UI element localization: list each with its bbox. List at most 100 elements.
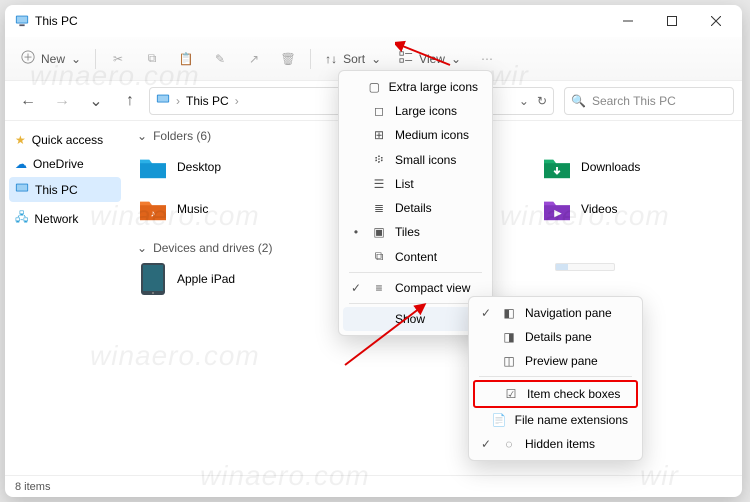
search-placeholder: Search This PC: [592, 94, 676, 108]
large-icons-icon: ◻: [371, 104, 387, 118]
breadcrumb-chevron: ›: [235, 94, 239, 108]
share-button[interactable]: ↗: [238, 43, 270, 75]
preview-pane-icon: ◫: [501, 354, 517, 368]
menu-item-small-icons[interactable]: ፨Small icons: [343, 147, 488, 172]
cloud-icon: ☁: [15, 157, 27, 171]
close-button[interactable]: [694, 5, 738, 37]
up-button[interactable]: ↑: [115, 86, 145, 116]
menu-item-navigation-pane[interactable]: ✓◧Navigation pane: [473, 301, 638, 325]
menu-item-medium-icons[interactable]: ⊞Medium icons: [343, 123, 488, 147]
search-field[interactable]: 🔍 Search This PC: [564, 87, 734, 115]
device-ipad[interactable]: Apple iPad: [137, 263, 235, 295]
trash-icon: 🗑: [280, 52, 295, 66]
folder-desktop[interactable]: Desktop: [137, 151, 221, 183]
medium-icons-icon: ⊞: [371, 128, 387, 142]
forward-button[interactable]: →: [47, 86, 77, 116]
cut-icon: ✂: [113, 52, 123, 66]
menu-item-details[interactable]: ≣Details: [343, 196, 488, 220]
chevron-down-icon: ⌄: [137, 241, 147, 255]
sidebar-item-quick-access[interactable]: ★ Quick access: [9, 129, 121, 151]
chevron-down-icon: ⌄: [137, 129, 147, 143]
compact-icon: ≡: [371, 281, 387, 295]
show-submenu: ✓◧Navigation pane ◨Details pane ◫Preview…: [468, 296, 643, 461]
storage-bar: [555, 263, 615, 271]
maximize-button[interactable]: [650, 5, 694, 37]
this-pc-icon: [15, 13, 29, 30]
checkbox-icon: ☑: [503, 387, 519, 401]
sort-icon: ↑↓: [325, 52, 337, 66]
hidden-icon: ◌: [501, 437, 517, 451]
status-bar: 8 items: [5, 475, 742, 497]
navigation-pane-icon: ◧: [501, 306, 517, 320]
minimize-button[interactable]: [606, 5, 650, 37]
breadcrumb[interactable]: This PC: [186, 94, 229, 108]
dropdown-icon[interactable]: ⌄: [519, 94, 529, 108]
menu-item-compact-view[interactable]: ✓≡Compact view: [343, 276, 488, 300]
list-icon: ☰: [371, 177, 387, 191]
folder-music[interactable]: ♪ Music: [137, 193, 221, 225]
tiles-icon: ▣: [371, 225, 387, 239]
rename-icon: ✎: [215, 52, 225, 66]
copy-button[interactable]: ⧉: [136, 43, 168, 75]
menu-item-details-pane[interactable]: ◨Details pane: [473, 325, 638, 349]
more-icon: ⋯: [481, 52, 493, 66]
refresh-button[interactable]: ↻: [537, 94, 547, 108]
content-icon: ⧉: [371, 249, 387, 264]
file-ext-icon: 📄: [492, 413, 507, 427]
navigation-pane: ★ Quick access ☁ OneDrive This PC 🖧 Netw…: [5, 121, 125, 475]
sidebar-item-network[interactable]: 🖧 Network: [9, 204, 121, 233]
check-icon: ✓: [479, 437, 493, 451]
status-text: 8 items: [15, 481, 50, 493]
extra-large-icons-icon: ▢: [368, 80, 381, 94]
star-icon: ★: [15, 133, 26, 147]
cut-button[interactable]: ✂: [102, 43, 134, 75]
titlebar: This PC: [5, 5, 742, 37]
folder-downloads[interactable]: Downloads: [541, 151, 640, 183]
network-icon: 🖧: [15, 208, 28, 229]
menu-item-preview-pane[interactable]: ◫Preview pane: [473, 349, 638, 373]
menu-item-show[interactable]: Show›: [343, 307, 488, 331]
delete-button[interactable]: 🗑: [272, 43, 304, 75]
check-icon: ✓: [349, 281, 363, 295]
menu-item-list[interactable]: ☰List: [343, 172, 488, 196]
small-icons-icon: ፨: [371, 152, 387, 167]
chevron-down-icon: ⌄: [71, 52, 81, 66]
menu-item-extra-large-icons[interactable]: ▢Extra large icons: [343, 75, 488, 99]
new-button[interactable]: New ⌄: [13, 43, 89, 75]
check-icon: ✓: [479, 306, 493, 320]
copy-icon: ⧉: [148, 51, 157, 66]
rename-button[interactable]: ✎: [204, 43, 236, 75]
breadcrumb-chevron: ›: [176, 94, 180, 108]
this-pc-icon: [156, 92, 170, 109]
svg-text:♪: ♪: [151, 208, 156, 218]
view-icon: [399, 50, 413, 67]
ipad-icon: [137, 263, 169, 295]
menu-item-large-icons[interactable]: ◻Large icons: [343, 99, 488, 123]
chevron-down-icon: ⌄: [451, 52, 461, 66]
paste-icon: 📋: [179, 52, 194, 66]
menu-item-hidden-items[interactable]: ✓◌Hidden items: [473, 432, 638, 456]
device-drive[interactable]: [555, 263, 615, 271]
details-pane-icon: ◨: [501, 330, 517, 344]
back-button[interactable]: ←: [13, 86, 43, 116]
sidebar-item-onedrive[interactable]: ☁ OneDrive: [9, 153, 121, 175]
menu-item-item-check-boxes[interactable]: ☑Item check boxes: [473, 380, 638, 408]
music-folder-icon: ♪: [137, 193, 169, 225]
share-icon: ↗: [249, 52, 259, 66]
recent-locations-button[interactable]: ⌄: [81, 86, 111, 116]
downloads-folder-icon: [541, 151, 573, 183]
window-title: This PC: [35, 14, 78, 28]
window-controls: [606, 5, 738, 37]
this-pc-icon: [15, 181, 29, 198]
menu-item-file-name-extensions[interactable]: 📄File name extensions: [473, 408, 638, 432]
search-icon: 🔍: [571, 94, 586, 108]
folder-videos[interactable]: Videos: [541, 193, 640, 225]
paste-button[interactable]: 📋: [170, 43, 202, 75]
bullet-icon: •: [349, 225, 363, 239]
details-icon: ≣: [371, 201, 387, 215]
folder-icon: [137, 151, 169, 183]
menu-item-content[interactable]: ⧉Content: [343, 244, 488, 269]
sidebar-item-this-pc[interactable]: This PC: [9, 177, 121, 202]
menu-item-tiles[interactable]: •▣Tiles: [343, 220, 488, 244]
videos-folder-icon: [541, 193, 573, 225]
